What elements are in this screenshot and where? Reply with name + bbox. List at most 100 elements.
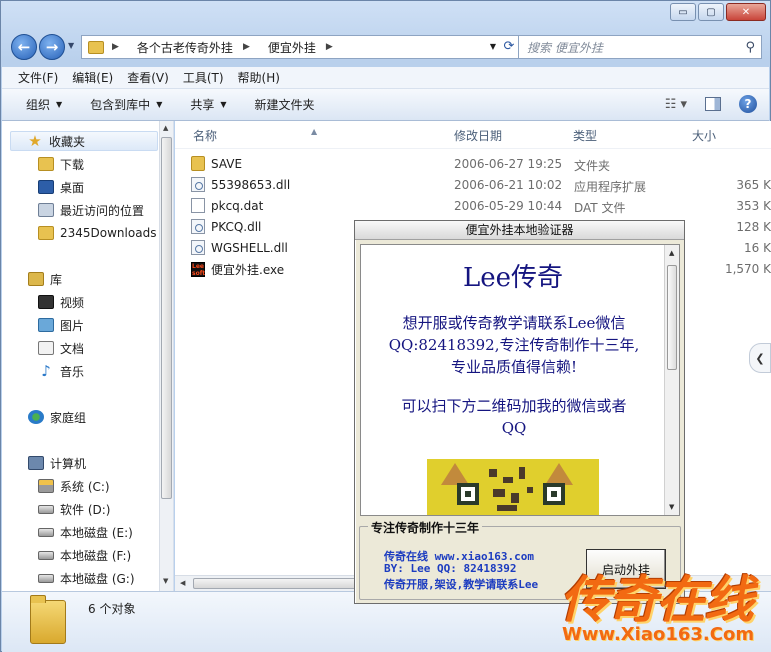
file-name: 55398653.dll [211,177,291,192]
sidebar-label: 文档 [60,341,85,356]
sidebar-item-documents[interactable]: 文档 [38,338,84,358]
search-placeholder: 搜索 便宜外挂 [527,40,603,55]
chevron-left-icon[interactable]: ❮ [749,343,771,373]
sidebar-label: 音乐 [60,364,85,379]
menu-edit[interactable]: 编辑(E) [72,69,113,86]
sidebar-item-desktop[interactable]: 桌面 [38,177,84,197]
maximize-button[interactable]: ▢ [698,3,724,21]
back-button[interactable]: ← [11,34,37,60]
navigation-row: ← → ▼ ▶ 各个古老传奇外挂 ▶ 便宜外挂 ▶ ▼ ⟳ 搜索 便宜外挂 ⚲ [9,33,762,61]
share-button[interactable]: 共享 ▼ [190,96,226,113]
dialog-scroll-thumb[interactable] [667,265,677,370]
sidebar-item-drive-g[interactable]: 本地磁盘 (G:) [38,568,135,588]
search-box[interactable]: 搜索 便宜外挂 ⚲ [518,35,762,59]
qr-module [493,489,505,497]
sidebar-item-drive-d[interactable]: 软件 (D:) [38,499,110,519]
desktop-icon [38,180,54,194]
sidebar-scroll-thumb[interactable] [161,137,172,499]
recent-pages-dropdown[interactable]: ▼ [68,41,74,50]
chevron-down-icon: ▼ [156,100,163,109]
scroll-left-icon[interactable]: ◀ [180,579,185,587]
folder-icon [38,157,54,171]
sidebar-item-drive-f[interactable]: 本地磁盘 (F:) [38,545,131,565]
file-date: 2006-05-29 10:44 [454,199,563,213]
qr-module [511,493,519,503]
file-row[interactable]: pkcq.dat 2006-05-29 10:44 DAT 文件 353 K [191,196,771,217]
music-note-icon: ♪ [41,362,51,380]
sidebar-label: 本地磁盘 (G:) [60,571,135,586]
menu-bar: 文件(F) 编辑(E) 查看(V) 工具(T) 帮助(H) [2,67,769,89]
minimize-button[interactable]: ▭ [670,3,696,21]
sidebar-label: 本地磁盘 (E:) [60,525,133,540]
sidebar-item-drive-e[interactable]: 本地磁盘 (E:) [38,522,133,542]
sidebar-homegroup[interactable]: 家庭组 [28,407,86,427]
sidebar-item-drive-c[interactable]: 系统 (C:) [38,476,110,496]
sidebar-scrollbar[interactable]: ▲ ▼ [159,121,173,591]
file-row[interactable]: SAVE 2006-06-27 19:25 文件夹 [191,154,771,175]
hscroll-thumb[interactable] [193,578,363,589]
sidebar-item-downloads[interactable]: 下载 [38,154,84,174]
dialog-scrollbar[interactable]: ▲ ▼ [664,245,679,515]
qr-code-image [427,459,599,515]
ad-line-3: 传奇开服,架设,教学请联系Lee [384,578,539,591]
sidebar-favorites[interactable]: ★ 收藏夹 [10,131,158,151]
address-dropdown[interactable]: ▼ [490,42,496,51]
item-count: 6 个对象 [88,602,136,616]
menu-file[interactable]: 文件(F) [18,69,58,86]
sidebar-item-videos[interactable]: 视频 [38,292,84,312]
column-headers: ▲ 名称 修改日期 类型 大小 [175,121,771,149]
file-row[interactable]: 55398653.dll 2006-06-21 10:02 应用程序扩展 365… [191,175,771,196]
forward-button[interactable]: → [39,34,65,60]
drive-icon [38,504,54,514]
help-icon[interactable]: ? [739,95,757,113]
sidebar-item-pictures[interactable]: 图片 [38,315,84,335]
menu-view[interactable]: 查看(V) [127,69,169,86]
sidebar-label: 收藏夹 [49,134,86,149]
file-type: 应用程序扩展 [574,180,647,194]
breadcrumb-sep[interactable]: ▶ [243,42,258,52]
file-name: WGSHELL.dll [211,240,288,255]
command-bar: 组织 ▼ 包含到库中 ▼ 共享 ▼ 新建文件夹 ☷ ▾ ? [2,89,769,121]
address-bar[interactable]: ▶ 各个古老传奇外挂 ▶ 便宜外挂 ▶ ▼ ⟳ [81,35,521,59]
dll-file-icon [191,219,205,234]
contact-line-2: QQ:82418392,专注传奇制作十三年, [388,336,640,354]
scroll-up-icon[interactable]: ▲ [669,249,674,257]
dialog-heading: Lee传奇 [462,263,564,293]
scroll-down-icon[interactable]: ▼ [163,577,168,585]
sidebar-item-music[interactable]: ♪ 音乐 [38,361,84,381]
menu-help[interactable]: 帮助(H) [238,69,280,86]
column-size[interactable]: 大小 [692,127,716,144]
menu-tools[interactable]: 工具(T) [183,69,224,86]
view-options-icon[interactable]: ☷ ▾ [665,97,687,112]
sidebar-libraries[interactable]: 库 [28,269,62,289]
column-name[interactable]: 名称 [193,127,217,144]
sidebar-item-2345downloads[interactable]: 2345Downloads [38,223,156,243]
sidebar-item-recent[interactable]: 最近访问的位置 [38,200,144,220]
scroll-down-icon[interactable]: ▼ [669,503,674,511]
sidebar-label: 桌面 [60,180,85,195]
preview-pane-icon[interactable] [705,97,721,111]
close-button[interactable]: ✕ [726,3,766,21]
launch-button[interactable]: 启动外挂 [586,549,666,589]
breadcrumb-item[interactable]: 各个古老传奇外挂 [137,39,233,56]
breadcrumb-label: 便宜外挂 [267,40,316,55]
breadcrumb-sep[interactable]: ▶ [326,42,341,52]
column-type[interactable]: 类型 [573,127,597,144]
sidebar-label: 2345Downloads [60,226,157,240]
breadcrumb-root-sep[interactable]: ▶ [112,42,127,52]
breadcrumb-item[interactable]: 便宜外挂 [268,39,316,56]
groupbox-label: 专注传奇制作十三年 [368,519,483,536]
column-date[interactable]: 修改日期 [454,127,502,144]
folder-icon [88,40,104,54]
file-size: 353 K [736,199,771,213]
refresh-icon[interactable]: ⟳ [500,39,518,55]
include-library-button[interactable]: 包含到库中 ▼ [90,96,162,113]
organize-button[interactable]: 组织 ▼ [26,96,62,113]
scroll-up-icon[interactable]: ▲ [163,124,168,132]
computer-icon [28,456,44,470]
sidebar-computer[interactable]: 计算机 [28,453,86,473]
chevron-right-icon: ▶ [242,42,250,52]
new-folder-button[interactable]: 新建文件夹 [255,96,315,113]
drive-icon [38,527,54,537]
video-library-icon [38,295,54,309]
